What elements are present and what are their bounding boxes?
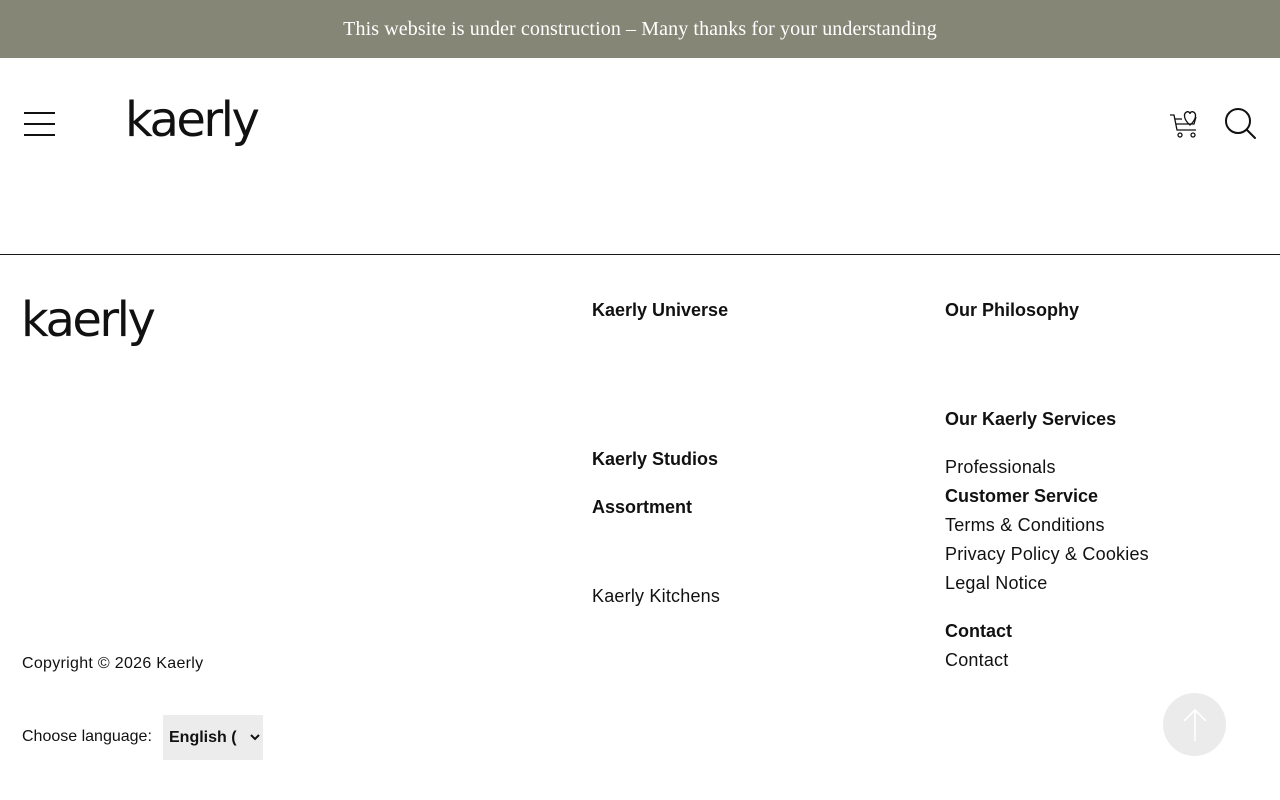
footer-heading-customer-service: Customer Service	[945, 486, 1099, 506]
footer-link-legal-notice[interactable]: Legal Notice	[945, 572, 1047, 594]
banner-text: This website is under construction – Man…	[343, 17, 937, 40]
footer-link-our-philosophy[interactable]: Our Philosophy	[945, 299, 1079, 321]
cart-heart-icon[interactable]	[1168, 106, 1204, 142]
footer-link-kaerly-kitchens[interactable]: Kaerly Kitchens	[592, 585, 720, 607]
footer-heading-our-kaerly-services: Our Kaerly Services	[945, 409, 1117, 429]
footer-heading-kaerly-universe: Kaerly Universe	[592, 300, 729, 320]
construction-banner: This website is under construction – Man…	[0, 0, 1280, 58]
hamburger-menu-icon[interactable]	[24, 112, 56, 136]
site-header: kaerly	[0, 58, 1280, 255]
footer-link-contact[interactable]: Contact	[945, 649, 1008, 671]
footer-link-terms-conditions[interactable]: Terms & Conditions	[945, 514, 1105, 536]
footer-link-professionals[interactable]: Professionals	[945, 456, 1056, 478]
footer-heading-contact: Contact	[945, 621, 1012, 641]
header-logo[interactable]: kaerly	[125, 90, 260, 150]
footer-link-assortment[interactable]: Assortment	[592, 496, 692, 518]
language-select[interactable]: English (	[163, 715, 263, 760]
arrow-up-icon	[1182, 708, 1207, 741]
footer-link-privacy-policy[interactable]: Privacy Policy & Cookies	[945, 543, 1149, 565]
language-label: Choose language:	[22, 728, 152, 745]
search-icon[interactable]	[1222, 106, 1258, 142]
scroll-to-top-button[interactable]	[1163, 693, 1226, 756]
footer-link-kaerly-studios[interactable]: Kaerly Studios	[592, 448, 718, 470]
copyright-text: Copyright © 2026 Kaerly	[22, 655, 204, 672]
footer-logo[interactable]: kaerly	[21, 290, 156, 350]
